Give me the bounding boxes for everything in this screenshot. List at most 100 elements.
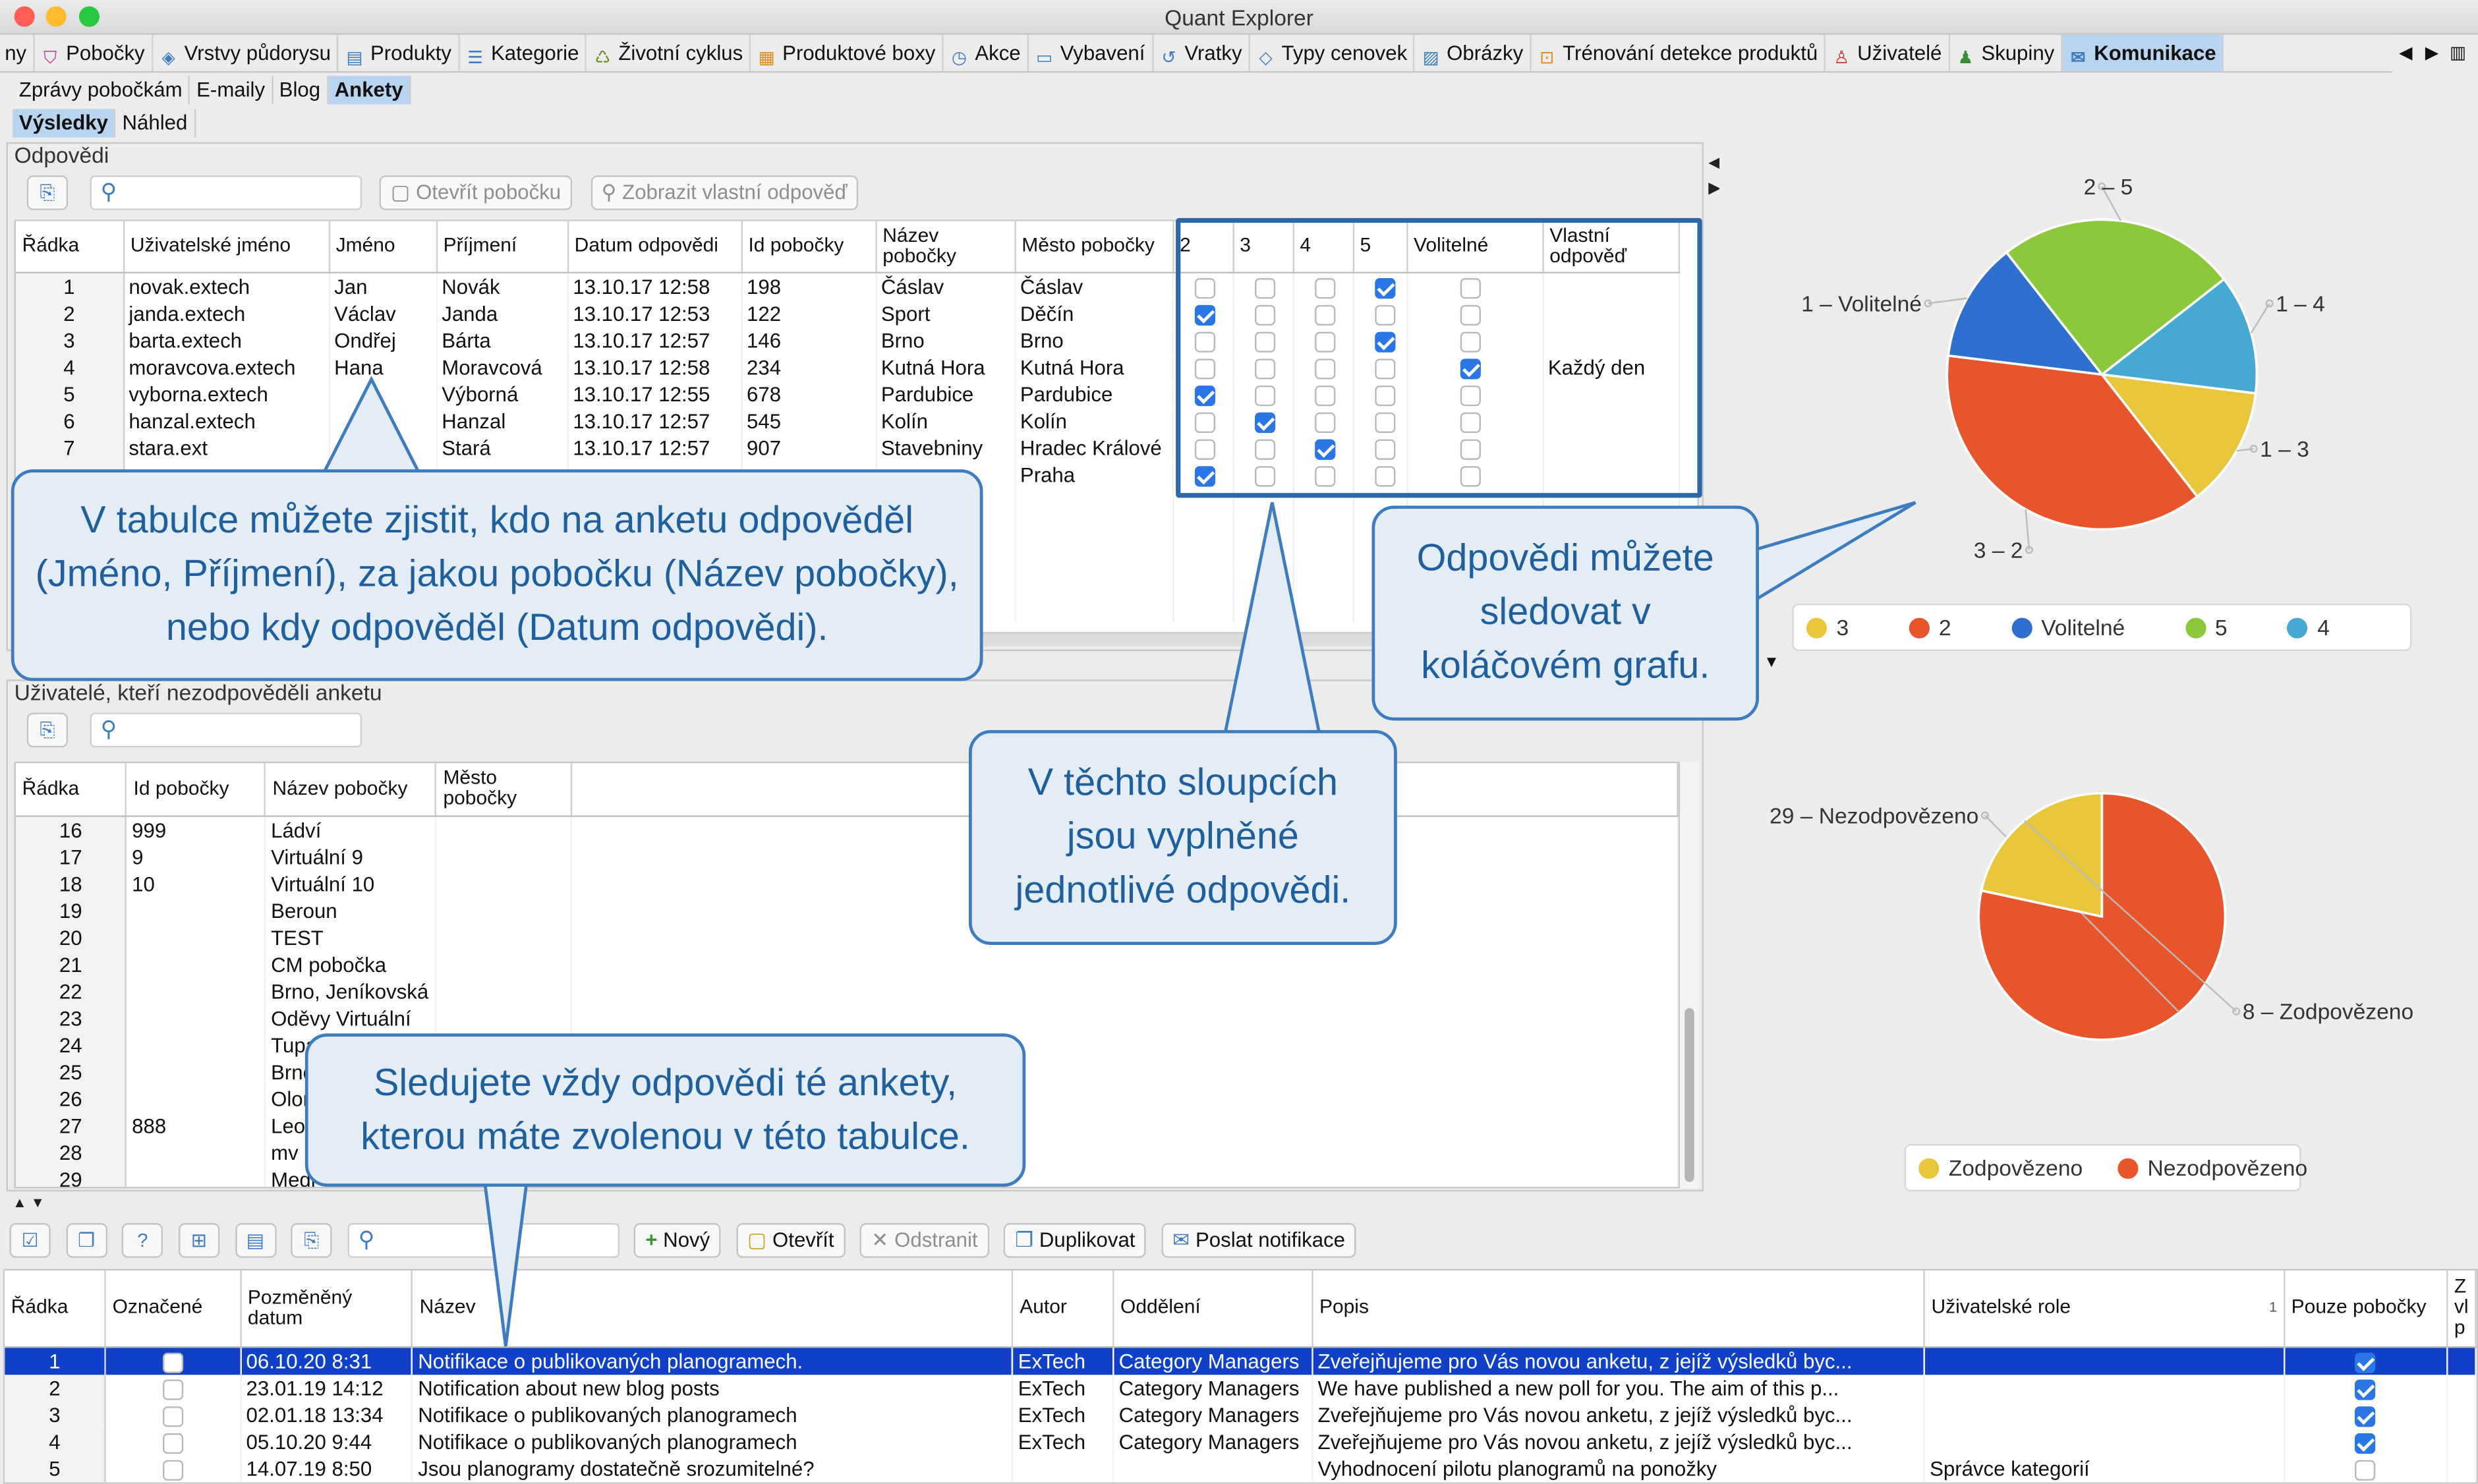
toolbar-item-4[interactable]: ▤ Produkty <box>339 34 459 71</box>
send-notifications-button[interactable]: ✉ Poslat notifikace <box>1161 1223 1356 1258</box>
minimize-window-button[interactable] <box>45 6 67 27</box>
answer-checkbox[interactable] <box>1194 331 1215 352</box>
poll-search-input[interactable]: ⚲ <box>347 1223 620 1258</box>
marked-checkbox[interactable] <box>162 1406 184 1427</box>
answer-checkbox[interactable] <box>1374 358 1395 379</box>
toolbar-item-8[interactable]: ◷ Akce <box>943 34 1029 71</box>
answer-checkbox[interactable] <box>1374 331 1395 352</box>
only-branches-checkbox[interactable] <box>2355 1379 2377 1400</box>
answer-checkbox[interactable] <box>1253 331 1275 352</box>
subnav-tab-4[interactable]: Ankety <box>328 76 411 105</box>
duplicate-button[interactable]: ❐ Duplikovat <box>1004 1223 1147 1258</box>
unanswered-search-input[interactable]: ⚲ <box>89 712 362 748</box>
legend-item[interactable]: Zodpovězeno <box>1918 1146 2083 1190</box>
copy-icon[interactable]: ❐ <box>65 1223 107 1258</box>
answer-checkbox[interactable] <box>1459 358 1480 379</box>
polls-col-header[interactable]: Autor <box>1012 1270 1114 1348</box>
polls-col-header[interactable]: Název <box>412 1270 1014 1348</box>
subnav-tab-1[interactable]: Zprávy pobočkám <box>13 76 190 105</box>
answer-checkbox[interactable] <box>1194 277 1215 299</box>
answer-checkbox[interactable] <box>1313 411 1335 433</box>
only-branches-checkbox[interactable] <box>2355 1459 2377 1480</box>
toolbar-item-13[interactable]: ⊡ Trénování detekce produktů <box>1531 34 1826 71</box>
toolbar-item-3[interactable]: ◈ Vrstvy půdorysu <box>153 34 339 71</box>
answers-col-header[interactable]: Řádka <box>15 221 125 273</box>
answer-checkbox[interactable] <box>1313 331 1335 352</box>
polls-col-header[interactable]: Z vl p <box>2447 1270 2477 1348</box>
export-icon[interactable]: ⎘ <box>291 1223 332 1258</box>
unanswered-row[interactable]: 19 Beroun <box>15 896 1679 924</box>
answers-row[interactable]: 7 stara.ext Stará 13.10.17 12:57 907 Stavebni… <box>15 434 1679 461</box>
splitter-arrows[interactable]: ◀ ▶ <box>1708 152 1720 202</box>
polls-col-header[interactable]: Uživatelské role 1 <box>1924 1270 2286 1348</box>
toolbar-item-16[interactable]: ✉ Komunikace <box>2062 34 2224 71</box>
unanswered-row[interactable]: 21 CM pobočka <box>15 950 1679 978</box>
polls-col-header[interactable]: Pouze pobočky <box>2284 1270 2448 1348</box>
answers-row[interactable]: 5 vyborna.extech Výborná 13.10.17 12:55 678 P… <box>15 380 1679 407</box>
answer-checkbox[interactable] <box>1313 385 1335 406</box>
answer-checkbox[interactable] <box>1253 358 1275 379</box>
unanswered-row[interactable]: 23 Oděvy Virtuální <box>15 1004 1679 1031</box>
scroll-right-icon[interactable]: ▶ <box>2425 44 2438 63</box>
answer-checkbox[interactable] <box>1194 385 1215 406</box>
result-tab-1[interactable]: Výsledky <box>13 109 116 138</box>
subnav-tab-3[interactable]: Blog <box>273 76 329 105</box>
answer-checkbox[interactable] <box>1313 304 1335 325</box>
answer-checkbox[interactable] <box>1459 385 1480 406</box>
unanswered-row[interactable]: 16 999 Ládví <box>15 815 1679 843</box>
answer-checkbox[interactable] <box>1313 438 1335 459</box>
legend-item[interactable]: 4 <box>2287 605 2330 649</box>
help-icon[interactable]: ? <box>122 1223 163 1258</box>
answer-checkbox[interactable] <box>1253 465 1275 486</box>
polls-col-header[interactable]: Oddělení <box>1113 1270 1313 1348</box>
result-tab-2[interactable]: Náhled <box>116 109 196 138</box>
answers-search-input[interactable]: ⚲ <box>89 175 362 210</box>
answers-row[interactable]: 4 moravcova.extech Hana Moravcová 13.10.17 1… <box>15 353 1679 380</box>
poll-row[interactable]: 4 05.10.20 9:44 Notifikace o publikovaných… <box>5 1427 2477 1455</box>
answers-col-header[interactable]: Jméno <box>328 221 438 273</box>
unanswered-row[interactable]: 20 TEST <box>15 923 1679 951</box>
answer-checkbox[interactable] <box>1459 438 1480 459</box>
polls-col-header[interactable]: Označené <box>105 1270 242 1348</box>
answer-checkbox[interactable] <box>1374 411 1395 433</box>
answer-checkbox[interactable] <box>1194 358 1215 379</box>
answers-col-header[interactable]: 2 <box>1172 221 1234 273</box>
legend-item[interactable]: 5 <box>2185 605 2228 649</box>
only-branches-checkbox[interactable] <box>2355 1352 2377 1373</box>
answer-checkbox[interactable] <box>1253 438 1275 459</box>
export-icon[interactable]: ⎘ <box>26 712 69 748</box>
polls-col-header[interactable]: Řádka <box>5 1270 106 1348</box>
toolbar-item-9[interactable]: ▭ Vybavení <box>1029 34 1153 71</box>
check-all-icon[interactable]: ☑ <box>9 1223 51 1258</box>
answers-col-header[interactable]: Uživatelské jméno <box>123 221 330 273</box>
report-icon[interactable]: ▤ <box>235 1223 276 1258</box>
legend-item[interactable]: Volitelné <box>2011 605 2125 649</box>
answer-checkbox[interactable] <box>1253 385 1275 406</box>
import-icon[interactable]: ⊞ <box>178 1223 220 1258</box>
open-button[interactable]: ▢ Otevřít <box>736 1223 846 1258</box>
answer-checkbox[interactable] <box>1194 438 1215 459</box>
new-button[interactable]: + Nový <box>634 1223 722 1258</box>
open-branch-button[interactable]: ▢ Otevřít pobočku <box>380 175 572 210</box>
answer-checkbox[interactable] <box>1374 385 1395 406</box>
toolbar-item-7[interactable]: ▦ Produktové boxy <box>751 34 944 71</box>
answers-col-header[interactable]: Datum odpovědi <box>567 221 742 273</box>
poll-row[interactable]: 2 23.01.19 14:12 Notification about new bl… <box>5 1374 2477 1401</box>
scroll-left-icon[interactable]: ◀ <box>2399 44 2412 63</box>
answers-row[interactable]: 1 novak.extech Jan Novák 13.10.17 12:58 198 Čá… <box>15 271 1679 300</box>
unanswered-row[interactable]: 22 Brno, Jeníkovská <box>15 977 1679 1004</box>
answer-checkbox[interactable] <box>1374 438 1395 459</box>
unanswered-vscrollbar[interactable] <box>1680 761 1699 1189</box>
polls-col-header[interactable]: Pozměněný datum <box>241 1270 414 1348</box>
toolbar-item-14[interactable]: ♙ Uživatelé <box>1826 34 1950 71</box>
answer-checkbox[interactable] <box>1253 277 1275 299</box>
answer-checkbox[interactable] <box>1459 411 1480 433</box>
answers-col-header[interactable]: Volitelné <box>1406 221 1543 273</box>
unanswered-row[interactable]: 18 10 Virtuální 10 <box>15 870 1679 897</box>
polls-col-header[interactable]: Popis <box>1312 1270 1925 1348</box>
legend-item[interactable]: Nezodpovězeno <box>2117 1146 2307 1190</box>
answer-checkbox[interactable] <box>1459 304 1480 325</box>
answers-col-header[interactable]: 3 <box>1232 221 1294 273</box>
answer-checkbox[interactable] <box>1194 465 1215 486</box>
close-window-button[interactable] <box>14 6 35 27</box>
